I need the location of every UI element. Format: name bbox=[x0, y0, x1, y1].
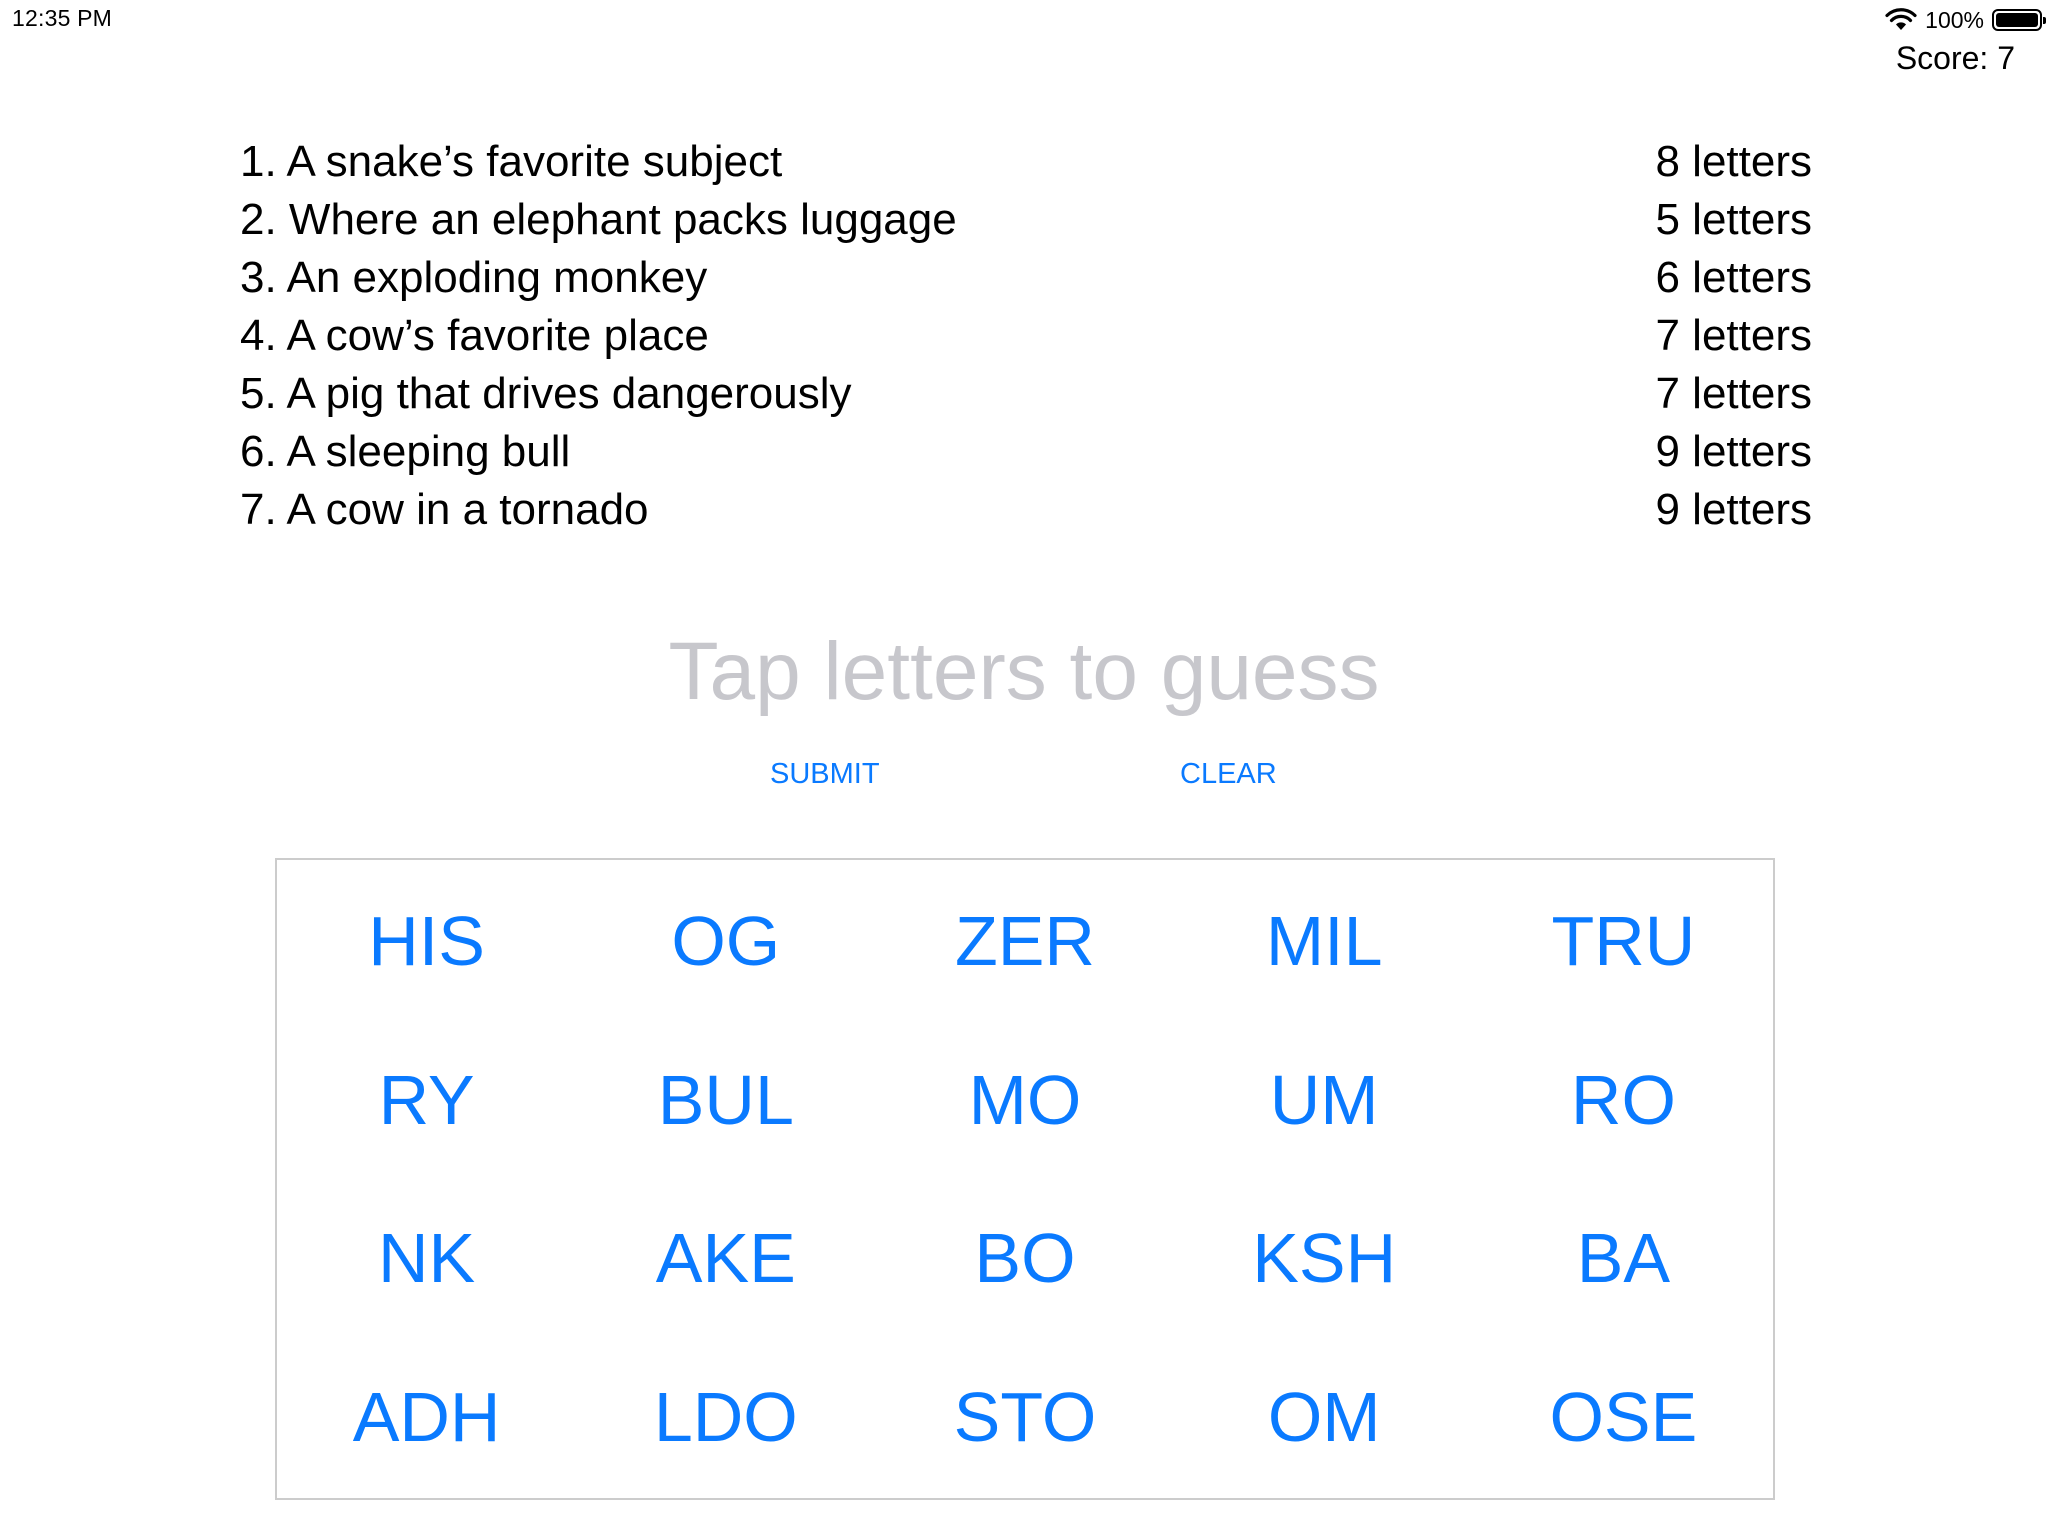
letter-tile[interactable]: OG bbox=[576, 862, 875, 1021]
clue-length: 7 letters bbox=[1655, 369, 1812, 418]
clue-row: 5. A pig that drives dangerously 7 lette… bbox=[240, 365, 1812, 423]
clue-length: 9 letters bbox=[1655, 427, 1812, 476]
letter-tile[interactable]: OSE bbox=[1474, 1338, 1773, 1497]
status-time: 12:35 PM bbox=[12, 5, 113, 31]
clue-row: 3. An exploding monkey 6 letters bbox=[240, 249, 1812, 307]
clue-row: 6. A sleeping bull 9 letters bbox=[240, 423, 1812, 481]
letter-tile[interactable]: UM bbox=[1175, 1021, 1474, 1180]
clue-text: 5. A pig that drives dangerously bbox=[240, 369, 852, 418]
clue-text: 4. A cow’s favorite place bbox=[240, 311, 709, 360]
letter-tile[interactable]: RO bbox=[1474, 1021, 1773, 1180]
letter-tile[interactable]: AKE bbox=[576, 1179, 875, 1338]
clue-length: 9 letters bbox=[1655, 485, 1812, 534]
battery-percent: 100% bbox=[1925, 6, 1984, 33]
letter-tile[interactable]: BA bbox=[1474, 1179, 1773, 1338]
clue-text: 3. An exploding monkey bbox=[240, 253, 708, 302]
clue-text: 2. Where an elephant packs luggage bbox=[240, 195, 957, 244]
letter-tile-grid: HIS OG ZER MIL TRU RY BUL MO UM RO NK AK… bbox=[275, 858, 1775, 1500]
letter-tile[interactable]: OM bbox=[1175, 1338, 1474, 1497]
status-indicators: 100% bbox=[1885, 5, 2046, 35]
clue-row: 4. A cow’s favorite place 7 letters bbox=[240, 307, 1812, 365]
letter-tile[interactable]: LDO bbox=[576, 1338, 875, 1497]
letter-tile[interactable]: TRU bbox=[1474, 862, 1773, 1021]
clue-text: 1. A snake’s favorite subject bbox=[240, 137, 783, 186]
clue-length: 6 letters bbox=[1655, 253, 1812, 302]
letter-tile[interactable]: ADH bbox=[277, 1338, 576, 1497]
letter-tile[interactable]: BO bbox=[875, 1179, 1174, 1338]
wifi-icon bbox=[1885, 8, 1917, 30]
letter-tile[interactable]: KSH bbox=[1175, 1179, 1474, 1338]
clue-row: 7. A cow in a tornado 9 letters bbox=[240, 481, 1812, 539]
clear-button[interactable]: CLEAR bbox=[1180, 758, 1277, 791]
letter-tile[interactable]: STO bbox=[875, 1338, 1174, 1497]
battery-icon bbox=[1992, 9, 2046, 31]
clue-list: 1. A snake’s favorite subject 8 letters … bbox=[240, 133, 1812, 539]
clue-length: 7 letters bbox=[1655, 311, 1812, 360]
letter-tile[interactable]: NK bbox=[277, 1179, 576, 1338]
clue-row: 1. A snake’s favorite subject 8 letters bbox=[240, 133, 1812, 191]
letter-tile[interactable]: MO bbox=[875, 1021, 1174, 1180]
guess-display: Tap letters to guess bbox=[668, 626, 1380, 717]
clue-text: 6. A sleeping bull bbox=[240, 427, 571, 476]
clue-length: 8 letters bbox=[1655, 137, 1812, 186]
score-label: Score: 7 bbox=[1895, 40, 2015, 76]
letter-tile[interactable]: BUL bbox=[576, 1021, 875, 1180]
letter-tile[interactable]: ZER bbox=[875, 862, 1174, 1021]
letter-tile[interactable]: MIL bbox=[1175, 862, 1474, 1021]
clue-length: 5 letters bbox=[1655, 195, 1812, 244]
letter-tile[interactable]: RY bbox=[277, 1021, 576, 1180]
letter-tile[interactable]: HIS bbox=[277, 862, 576, 1021]
clue-row: 2. Where an elephant packs luggage 5 let… bbox=[240, 191, 1812, 249]
clue-text: 7. A cow in a tornado bbox=[240, 485, 649, 534]
submit-button[interactable]: SUBMIT bbox=[770, 758, 880, 791]
status-bar: 12:35 PM 100% bbox=[0, 0, 2048, 40]
